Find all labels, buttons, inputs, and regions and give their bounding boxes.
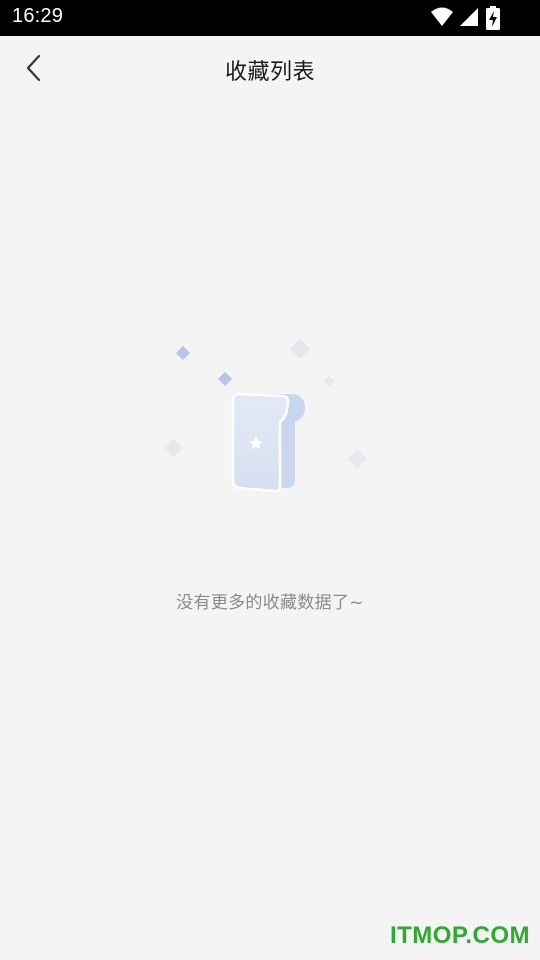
cellular-signal-icon [460, 8, 478, 26]
app-screen: 16:29 收藏列表 没有更多的收藏数据了~ ITMOP.COM [0, 0, 540, 960]
sparkle-diamond [323, 375, 335, 387]
empty-state-message: 没有更多的收藏数据了~ [176, 593, 364, 613]
app-header: 收藏列表 [0, 36, 540, 104]
sparkle-diamond [290, 339, 310, 359]
empty-collection-illustration [120, 339, 420, 530]
sparkle-diamond [175, 345, 191, 361]
status-time: 16:29 [12, 5, 64, 27]
sparkle-diamond [217, 371, 233, 387]
wifi-icon [431, 7, 453, 26]
status-icons [422, 6, 502, 30]
page-title: 收藏列表 [224, 60, 315, 85]
sparkle-diamond [163, 438, 183, 458]
status-bar: 16:29 [0, 0, 540, 36]
sparkle-diamond [347, 449, 367, 469]
battery-charging-icon [486, 6, 500, 30]
watermark-logo: ITMOP.COM [389, 922, 530, 949]
